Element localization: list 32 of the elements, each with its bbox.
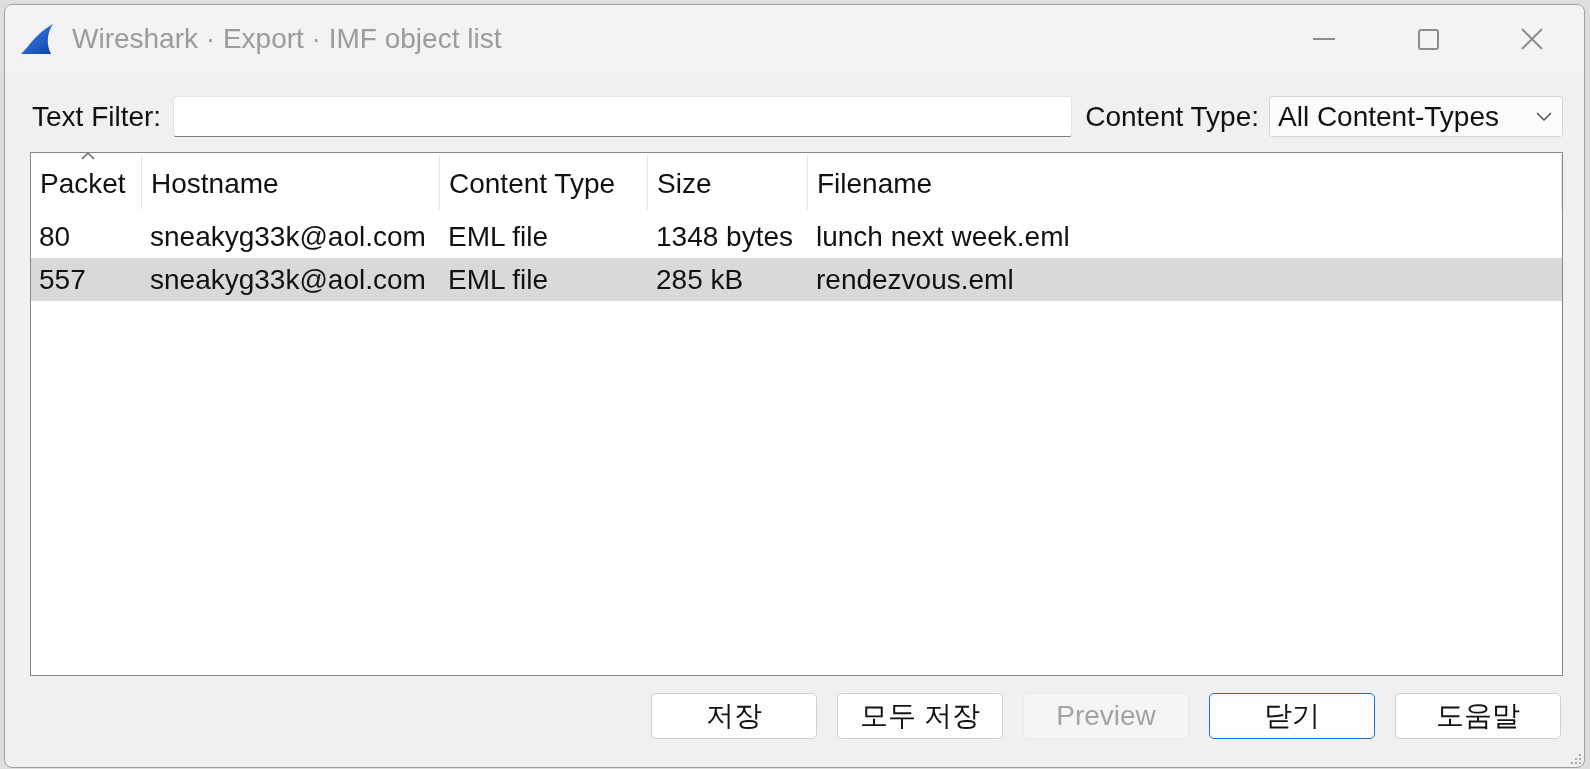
- table-cell-text: rendezvous.eml: [815, 262, 1015, 297]
- table-cell-text: 285 kB: [655, 262, 745, 297]
- column-header[interactable]: Size: [648, 155, 808, 210]
- dialog-button[interactable]: 저장: [651, 693, 817, 739]
- table-cell-text: 557: [38, 262, 87, 297]
- column-header[interactable]: Packet: [31, 155, 142, 210]
- table-cell-text: EML file: [447, 262, 550, 297]
- table-cell-text: EML file: [447, 219, 550, 254]
- resize-grip-icon: [1570, 753, 1582, 765]
- shark-fin-icon: [21, 24, 53, 54]
- table-cell-text: lunch next week.eml: [815, 219, 1071, 254]
- table-cell-text: sneakyg33k@aol.com: [149, 219, 427, 254]
- content-type-label: Content Type:: [1085, 99, 1259, 134]
- window-title: Wireshark · Export · IMF object list: [72, 22, 502, 56]
- column-header[interactable]: Filename: [808, 155, 1562, 210]
- chevron-down-icon: [1536, 112, 1552, 121]
- text-filter-field[interactable]: [173, 96, 1073, 137]
- table-cell-text: 80: [38, 219, 72, 254]
- table-cell-text: sneakyg33k@aol.com: [149, 262, 427, 297]
- dialog-button[interactable]: 모두 저장: [837, 693, 1003, 739]
- table-row[interactable]: 557 sneakyg33k@aol.com EML file 285 kB rendezvous.eml: [31, 258, 1562, 301]
- text-filter-label: Text Filter:: [32, 99, 162, 134]
- dialog-button[interactable]: 닫기: [1209, 693, 1375, 739]
- dialog-button[interactable]: 도움말: [1395, 693, 1561, 739]
- column-header[interactable]: Hostname: [142, 155, 440, 210]
- maximize-icon: [1417, 28, 1439, 50]
- content-type-dropdown[interactable]: All Content-Types: [1269, 96, 1563, 137]
- minimize-icon: [1313, 38, 1335, 40]
- close-icon: [1521, 28, 1543, 50]
- column-header[interactable]: Content Type: [440, 155, 648, 210]
- table-cell-text: 1348 bytes: [655, 219, 794, 254]
- sort-ascending-icon: [81, 153, 95, 160]
